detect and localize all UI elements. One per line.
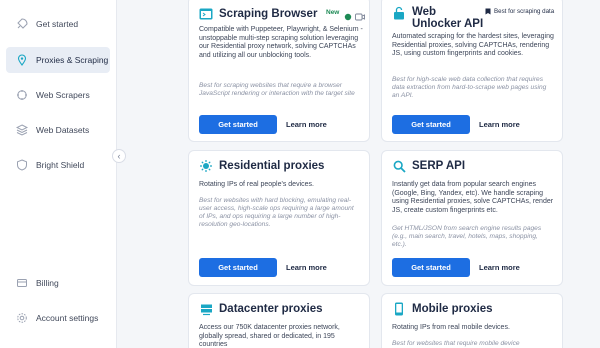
video-icon[interactable] bbox=[355, 8, 365, 26]
serp-api-card: SERP API Instantly get data from popular… bbox=[381, 150, 563, 286]
best-for-badge: Best for scraping data bbox=[485, 8, 559, 17]
scraping-browser-learn-more-link[interactable]: Learn more bbox=[286, 115, 327, 134]
shield-icon bbox=[16, 159, 28, 171]
chevron-left-icon: ‹ bbox=[117, 151, 121, 161]
residential-proxies-card: Residential proxies Rotating IPs of real… bbox=[188, 150, 370, 286]
bookmark-icon bbox=[485, 8, 491, 17]
web-unlocker-learn-more-link[interactable]: Learn more bbox=[479, 115, 520, 134]
card-title: Mobile proxies bbox=[412, 303, 493, 315]
serp-get-started-button[interactable]: Get started bbox=[392, 258, 470, 277]
sidebar-item-label: Account settings bbox=[36, 313, 99, 323]
sidebar-item-label: Proxies & Scraping bbox=[36, 55, 109, 65]
location-pin-icon bbox=[16, 54, 28, 66]
browser-icon bbox=[199, 7, 213, 21]
card-note: Best for websites that require mobile de… bbox=[392, 340, 520, 347]
mobile-proxies-card: Mobile proxies Rotating IPs from real mo… bbox=[381, 293, 563, 348]
new-tag-icon bbox=[344, 8, 352, 26]
sidebar-item-label: Get started bbox=[36, 19, 79, 29]
card-title: Web Unlocker API bbox=[412, 6, 484, 30]
card-note: Get HTML/JSON from search engine results… bbox=[392, 225, 542, 248]
sidebar-item-label: Web Datasets bbox=[36, 125, 90, 135]
unlock-icon bbox=[392, 6, 406, 20]
card-description: Compatible with Puppeteer, Playwright, &… bbox=[199, 26, 363, 59]
mobile-icon bbox=[392, 302, 406, 316]
card-description: Automated scraping for the hardest sites… bbox=[392, 33, 554, 58]
search-icon bbox=[392, 159, 406, 173]
billing-icon bbox=[16, 277, 28, 289]
card-title: Residential proxies bbox=[219, 160, 325, 172]
card-description: Access our 750K datacenter proxies netwo… bbox=[199, 324, 340, 348]
card-description: Instantly get data from popular search e… bbox=[392, 181, 554, 214]
scraper-icon bbox=[16, 89, 28, 101]
sidebar-item-proxies-scraping[interactable]: Proxies & Scraping bbox=[6, 47, 110, 73]
scraping-browser-get-started-button[interactable]: Get started bbox=[199, 115, 277, 134]
datacenter-proxies-card: Datacenter proxies Access our 750K datac… bbox=[188, 293, 370, 348]
residential-get-started-button[interactable]: Get started bbox=[199, 258, 277, 277]
card-title: Scraping Browser bbox=[219, 8, 318, 20]
sidebar-item-account-settings[interactable]: Account settings bbox=[6, 305, 110, 331]
card-description: Rotating IPs from real mobile devices. bbox=[392, 324, 510, 331]
sidebar-item-web-datasets[interactable]: Web Datasets bbox=[6, 117, 110, 143]
datasets-icon bbox=[16, 124, 28, 136]
web-unlocker-get-started-button[interactable]: Get started bbox=[392, 115, 470, 134]
sidebar-item-web-scrapers[interactable]: Web Scrapers bbox=[6, 82, 110, 108]
residential-icon bbox=[199, 159, 213, 173]
sidebar-item-label: Billing bbox=[36, 278, 59, 288]
sidebar-item-bright-shield[interactable]: Bright Shield bbox=[6, 152, 110, 178]
gear-icon bbox=[16, 312, 28, 324]
card-title: SERP API bbox=[412, 160, 466, 172]
card-note: Best for scraping websites that require … bbox=[199, 82, 355, 97]
sidebar-item-get-started[interactable]: Get started bbox=[6, 11, 110, 37]
residential-learn-more-link[interactable]: Learn more bbox=[286, 258, 327, 277]
web-unlocker-card: Web Unlocker API Best for scraping data … bbox=[381, 0, 563, 142]
card-title: Datacenter proxies bbox=[219, 303, 323, 315]
card-description: Rotating IPs of real people's devices. bbox=[199, 181, 314, 188]
sidebar: Get started Proxies & Scraping Web Scrap… bbox=[0, 0, 117, 348]
rocket-icon bbox=[16, 18, 28, 30]
datacenter-icon bbox=[199, 302, 213, 316]
card-note: Best for high-scale web data collection … bbox=[392, 76, 547, 99]
sidebar-item-billing[interactable]: Billing bbox=[6, 270, 110, 296]
sidebar-item-label: Web Scrapers bbox=[36, 90, 90, 100]
best-for-badge-label: Best for scraping data bbox=[494, 8, 555, 15]
scraping-browser-card: Scraping Browser New Compatible with Pup… bbox=[188, 0, 370, 142]
serp-learn-more-link[interactable]: Learn more bbox=[479, 258, 520, 277]
sidebar-collapse-button[interactable]: ‹ bbox=[112, 149, 126, 163]
card-note: Best for websites with hard blocking, em… bbox=[199, 197, 354, 228]
sidebar-item-label: Bright Shield bbox=[36, 160, 85, 170]
new-badge: New bbox=[326, 9, 340, 16]
